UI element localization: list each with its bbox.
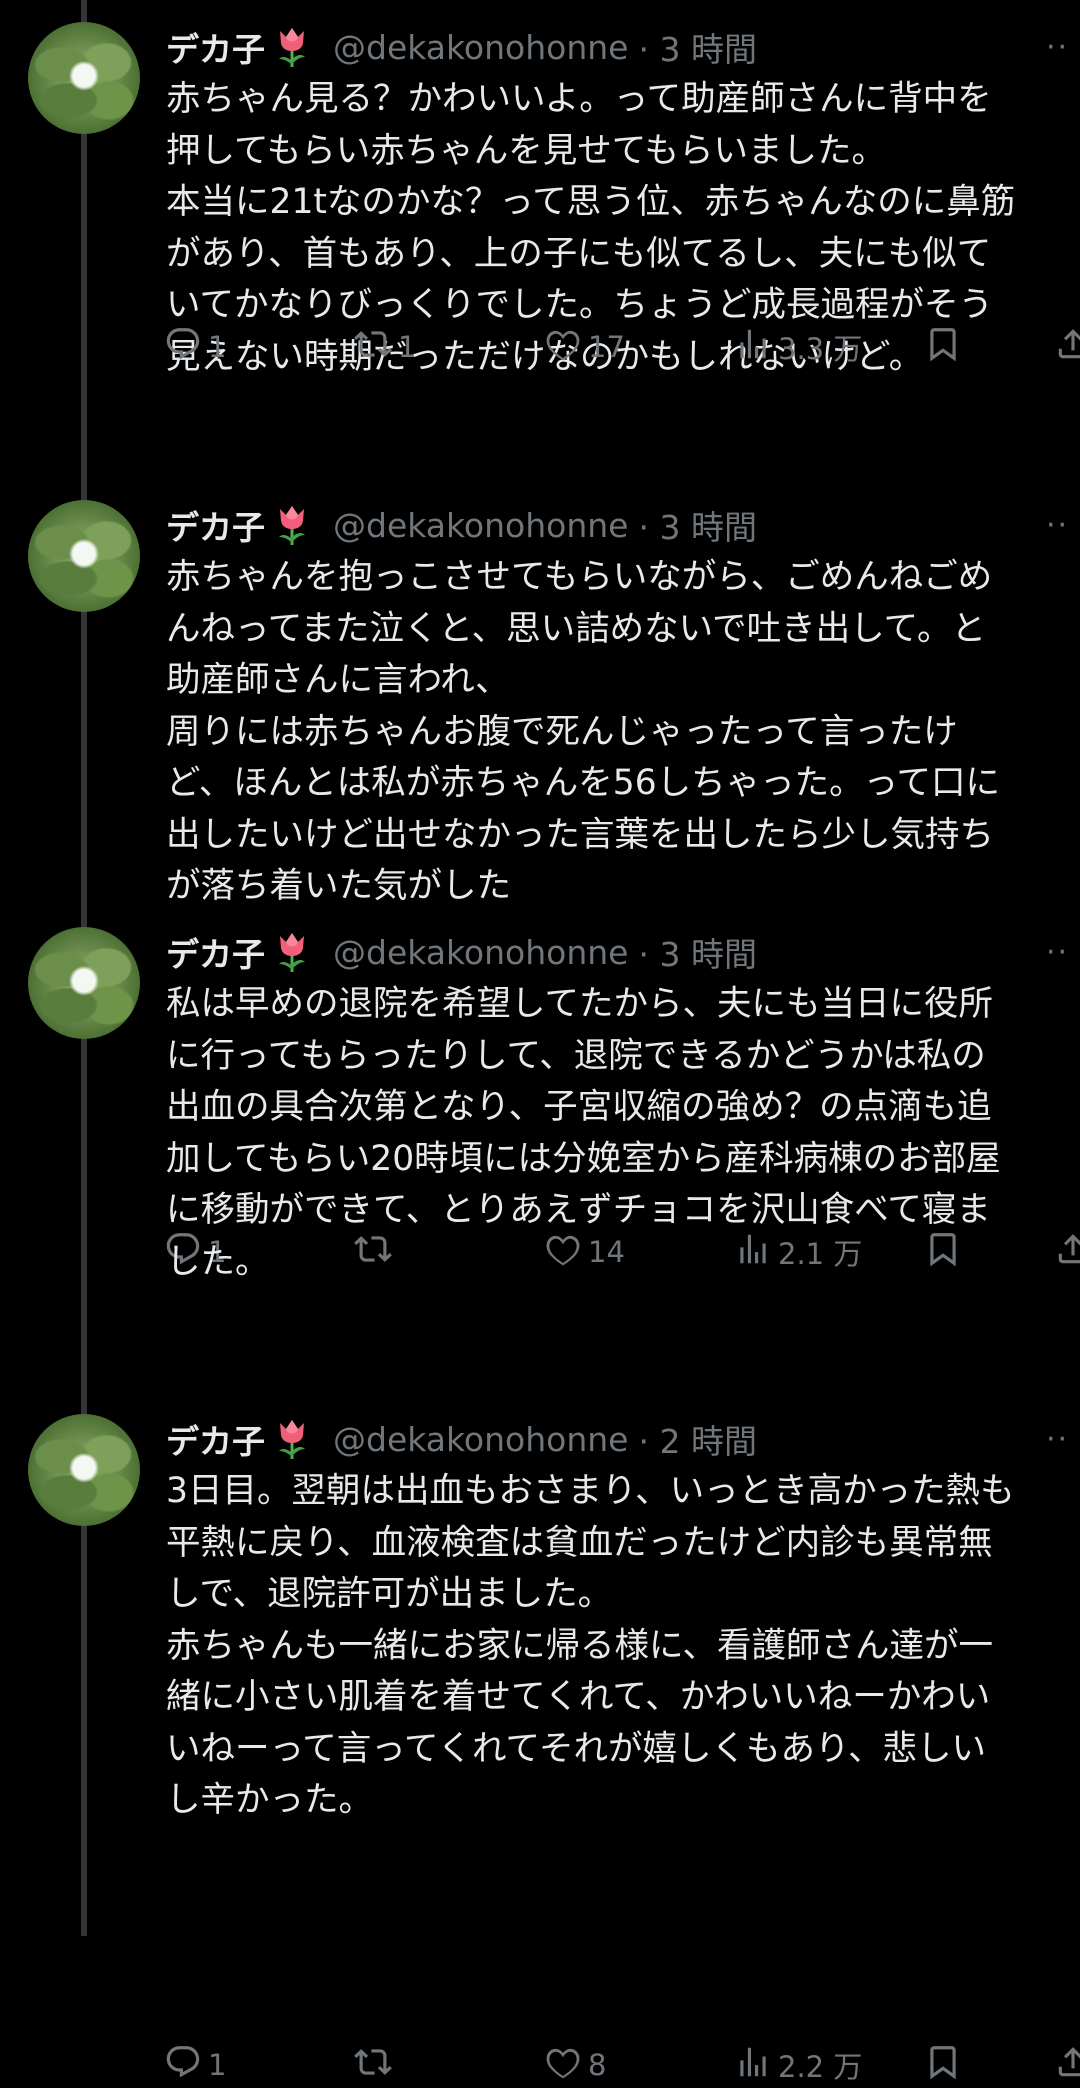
views-button[interactable]: 3.3 万 — [734, 325, 862, 369]
heart-icon — [544, 325, 582, 370]
like-button[interactable]: 8 — [544, 2043, 606, 2087]
tweet-text-line: に移動ができて、とりあえずチョコを沢山食べて寝ま — [166, 1190, 991, 1230]
tweet-text-line: 3日目。翌朝は出血もおさまり、いっとき高かった熱も — [166, 1471, 1015, 1511]
tweet-text: 3日目。翌朝は出血もおさまり、いっとき高かった熱も 平熱に戻り、血液検査は貧血だっ… — [166, 1466, 1066, 1827]
author-name[interactable]: デカ子 — [166, 1415, 265, 1463]
like-count: 8 — [588, 2048, 607, 2082]
tweet-text-line: しで、退院許可が出ました。 — [166, 1574, 613, 1614]
author-handle[interactable]: @dekakonohonne — [333, 28, 628, 67]
views-icon — [734, 325, 772, 370]
share-button[interactable] — [1054, 325, 1080, 369]
retweet-button[interactable] — [354, 2043, 398, 2087]
tweet-text-line: した。 — [166, 1241, 270, 1282]
views-icon — [734, 2043, 772, 2088]
avatar[interactable] — [28, 22, 140, 134]
more-icon[interactable]: ·· — [1046, 935, 1069, 970]
tweet-text-line: 赤ちゃんも一緒にお家に帰る様に、看護師さん達が一 — [166, 1625, 993, 1666]
like-count: 17 — [588, 330, 625, 364]
reply-count: 1 — [208, 330, 227, 364]
tweet-text-line: があり、首もあり、上の子にも似てるし、夫にも似て — [166, 233, 992, 274]
tweet-text-line: 赤ちゃん見る？かわいいよ。って助産師さんに背中を — [166, 79, 992, 119]
tweet-text-line: んねってまた泣くと、思い詰めないで吐き出して。と — [166, 608, 987, 649]
share-icon — [1054, 325, 1080, 370]
more-icon[interactable]: ·· — [1046, 508, 1069, 543]
tweet-text-line: 出したいけど出せなかった言葉を出したら少し気持ち — [166, 814, 994, 855]
retweet-icon — [354, 325, 392, 370]
tweet-text-line: いねーって言ってくれてそれが嬉しくもあり、悲しい — [166, 1728, 987, 1769]
tweet-text: 赤ちゃんを抱っこさせてもらいながら、ごめんねごめ んねってまた泣くと、思い詰めない… — [166, 552, 1066, 913]
avatar[interactable] — [28, 927, 140, 1039]
tweet-time[interactable]: · 3 時間 — [638, 23, 756, 71]
tweet-text-line: 加してもらい20時頃には分娩室から産科病棟のお部屋 — [166, 1138, 1001, 1179]
tweet-text-line: 押してもらい赤ちゃんを見せてもらいました。 — [166, 130, 887, 171]
tweet-text-line: し辛かった。 — [166, 1780, 373, 1820]
tweet-text-line: 周りには赤ちゃんお腹で死んじゃったって言ったけ — [166, 711, 958, 752]
author-name[interactable]: デカ子 — [166, 23, 265, 71]
tweet-time[interactable]: · 2 時間 — [638, 1415, 756, 1463]
tweet-text-line: 赤ちゃんを抱っこさせてもらいながら、ごめんねごめ — [166, 557, 993, 597]
author-handle[interactable]: @dekakonohonne — [333, 506, 628, 545]
tweet-text: 私は早めの退院を希望してたから、夫にも当日に役所 に行ってもらったりして、退院でき… — [166, 979, 1066, 1288]
tweet-actions: 1 8 2.2 万 — [164, 2043, 1080, 2087]
author-handle[interactable]: @dekakonohonne — [333, 1420, 628, 1459]
tulip-icon — [271, 25, 313, 69]
reply-button[interactable]: 1 — [164, 325, 226, 369]
views-button[interactable]: 2.2 万 — [734, 2043, 862, 2087]
author-handle[interactable]: @dekakonohonne — [333, 933, 628, 972]
tweet-text-line: が落ち着いた気がした — [166, 866, 511, 906]
tulip-icon — [271, 1417, 313, 1461]
share-button[interactable] — [1054, 2043, 1080, 2087]
tweet-header: デカ子 @dekakonohonne · 3 時間 — [166, 500, 757, 550]
tweet-time[interactable]: · 3 時間 — [638, 928, 756, 976]
tweet-text-line: に行ってもらったりして、退院できるかどうかは私の — [166, 1035, 986, 1076]
bookmark-icon — [924, 325, 962, 370]
like-button[interactable]: 17 — [544, 325, 625, 369]
tulip-icon — [271, 503, 313, 547]
views-count: 3.3 万 — [778, 332, 863, 366]
bookmark-button[interactable] — [924, 325, 962, 369]
tweet-text-line: 平熱に戻り、血液検査は貧血だったけど内診も異常無 — [166, 1522, 993, 1563]
more-icon[interactable]: ·· — [1046, 1422, 1069, 1457]
share-icon — [1054, 2043, 1080, 2088]
tweet-text-line: 助産師さんに言われ、 — [166, 660, 510, 700]
tulip-icon — [271, 930, 313, 974]
reply-button[interactable]: 1 — [164, 2043, 226, 2087]
tweet-actions: 1 1 17 3.3 万 — [164, 325, 1080, 369]
tweet-header: デカ子 @dekakonohonne · 3 時間 — [166, 927, 757, 977]
heart-icon — [544, 2043, 582, 2088]
tweet-text-line: 本当に21tなのかな？って思う位、赤ちゃんなのに鼻筋 — [166, 182, 1016, 222]
tweet-header: デカ子 @dekakonohonne · 2 時間 — [166, 1414, 757, 1464]
author-name[interactable]: デカ子 — [166, 501, 265, 549]
bookmark-button[interactable] — [924, 2043, 962, 2087]
reply-icon — [164, 2043, 202, 2088]
tweet-text-line: ど、ほんとは私が赤ちゃんを56しちゃった。って口に — [166, 763, 1000, 803]
reply-icon — [164, 325, 202, 370]
tweet-text-line: 私は早めの退院を希望してたから、夫にも当日に役所 — [166, 984, 993, 1024]
retweet-icon — [354, 2043, 392, 2088]
tweet-text-line: 緒に小さい肌着を着せてくれて、かわいいねーかわい — [166, 1677, 991, 1717]
avatar[interactable] — [28, 1414, 140, 1526]
more-icon[interactable]: ·· — [1046, 30, 1069, 65]
views-count: 2.2 万 — [778, 2050, 863, 2084]
tweet-text-line: 出血の具合次第となり、子宮収縮の強め？の点滴も追 — [166, 1087, 992, 1127]
bookmark-icon — [924, 2043, 962, 2088]
retweet-count: 1 — [398, 330, 417, 364]
author-name[interactable]: デカ子 — [166, 928, 265, 976]
tweet-header: デカ子 @dekakonohonne · 3 時間 — [166, 22, 757, 72]
reply-count: 1 — [208, 2048, 227, 2082]
tweet-time[interactable]: · 3 時間 — [638, 501, 756, 549]
retweet-button[interactable]: 1 — [354, 325, 416, 369]
avatar[interactable] — [28, 500, 140, 612]
